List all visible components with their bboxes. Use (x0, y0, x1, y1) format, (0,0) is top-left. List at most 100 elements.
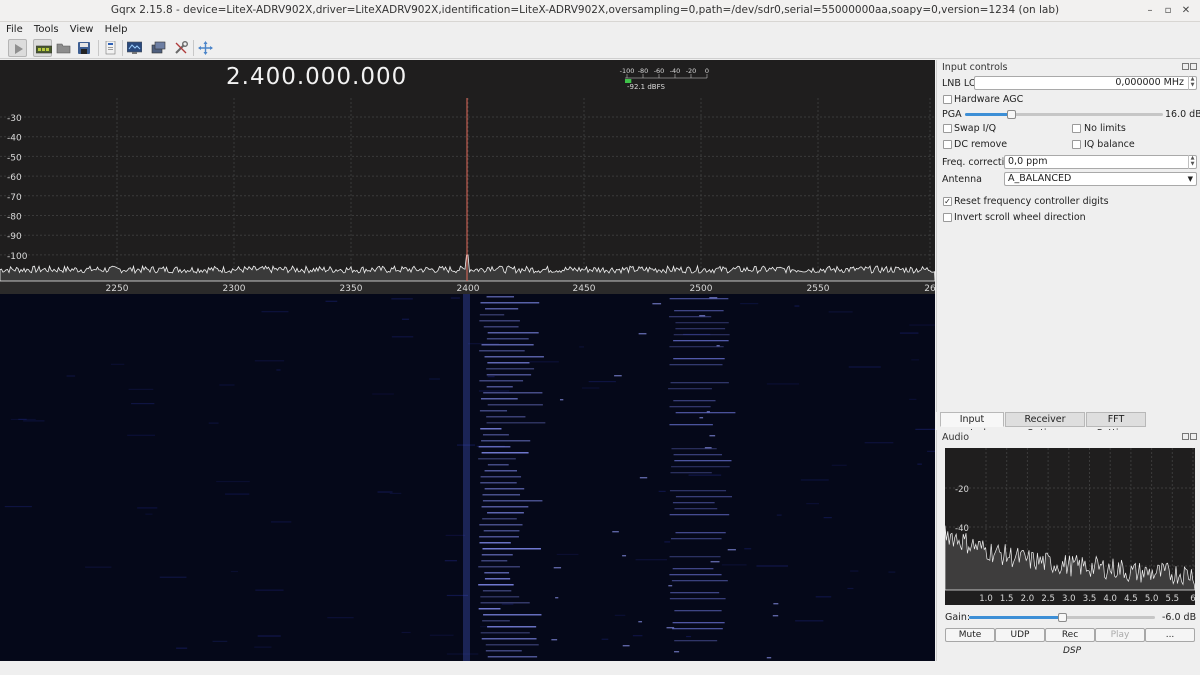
close-icon[interactable] (1190, 433, 1197, 440)
signal-burst (480, 476, 522, 478)
signal-burst (480, 632, 530, 634)
close-button[interactable]: ✕ (1177, 3, 1195, 19)
gain-slider-fill (969, 616, 1062, 619)
waterfall-noise (847, 587, 854, 590)
meter-tick-label: -100 (620, 67, 635, 75)
waterfall-noise (110, 363, 125, 365)
dock-window-buttons[interactable] (1181, 63, 1197, 71)
signal-burst (478, 458, 516, 460)
signal-burst (481, 638, 537, 640)
menu-view[interactable]: View (70, 22, 94, 37)
dock-window-buttons[interactable] (1181, 433, 1197, 441)
waterfall-noise (137, 507, 158, 509)
waterfall-noise (18, 418, 27, 420)
tab-receiver-options[interactable]: Receiver Options (1005, 412, 1085, 439)
waterfall-noise (391, 298, 413, 300)
signal-burst (484, 470, 518, 472)
freq-tick-label: 26 (924, 284, 935, 294)
rec-button[interactable]: Rec (1045, 628, 1095, 642)
waterfall-display[interactable] (0, 294, 935, 661)
close-icon[interactable] (1190, 63, 1197, 70)
signal-burst (674, 610, 722, 612)
play-button[interactable]: Play (1095, 628, 1145, 642)
menu-tools[interactable]: Tools (34, 22, 59, 37)
udp-button[interactable]: UDP (995, 628, 1045, 642)
signal-burst (485, 644, 539, 646)
signal-burst (480, 602, 530, 604)
freq-tick-label: 2550 (807, 284, 830, 294)
menu-help[interactable]: Help (105, 22, 128, 37)
center-button[interactable] (196, 39, 215, 57)
waterfall-noise (131, 403, 155, 405)
waterfall-noise (828, 311, 853, 313)
save-button[interactable] (75, 39, 94, 57)
waterfall-noise (372, 393, 394, 395)
signal-burst (668, 585, 673, 587)
invert-scroll-checkbox[interactable] (943, 213, 952, 222)
audio-freq-tick-label: 4.0 (1103, 594, 1117, 604)
audio-title: Audio (942, 432, 970, 443)
freq-correction-spinner[interactable]: ▲ ▼ (1188, 155, 1196, 169)
dock-title: Input controls (942, 62, 1008, 73)
toolbar-separator (193, 40, 194, 56)
db-tick-label: -50 (7, 153, 22, 163)
iq-balance-checkbox[interactable] (1072, 140, 1081, 149)
device-button[interactable] (149, 39, 168, 57)
screenshot-button[interactable] (125, 39, 144, 57)
more-button[interactable]: ... (1145, 628, 1195, 642)
waterfall-noise (529, 361, 559, 363)
antenna-select[interactable]: A_BALANCED ▼ (1004, 172, 1197, 186)
minimize-button[interactable]: – (1141, 3, 1159, 19)
signal-burst (670, 382, 729, 384)
audio-fft-plot[interactable]: -20-40-601.01.52.02.53.03.54.04.55.05.56 (945, 448, 1195, 605)
signal-burst (487, 362, 530, 364)
dc-remove-checkbox[interactable] (943, 140, 952, 149)
signal-burst (669, 514, 730, 516)
menu-file[interactable]: File (6, 22, 23, 37)
lnb-lo-label: LNB LO (942, 78, 977, 89)
spectrum-plot[interactable]: -30 -40 -50 -60 -70 -80 -90 -100 2250 2300 2350 240… (0, 60, 935, 294)
signal-burst (674, 651, 680, 653)
gain-slider-handle[interactable] (1058, 613, 1067, 622)
signal-burst (487, 332, 539, 334)
signal-burst (484, 578, 511, 580)
signal-burst (673, 454, 723, 456)
reset-digits-checkbox[interactable]: ✓ (943, 197, 952, 206)
signal-burst (480, 596, 520, 598)
pga-slider-handle[interactable] (1006, 110, 1016, 119)
tab-fft-settings[interactable]: FFT Settings (1086, 412, 1146, 439)
maximize-button[interactable]: ▫ (1159, 3, 1177, 19)
remote-control-button[interactable] (102, 39, 121, 57)
lnb-lo-spinner[interactable]: ▲ ▼ (1188, 76, 1196, 90)
signal-burst (673, 340, 729, 342)
signal-burst (479, 380, 524, 382)
float-icon[interactable] (1182, 433, 1189, 440)
waterfall-noise (127, 434, 156, 436)
hardware-button[interactable] (33, 39, 52, 57)
freq-tick-label: 2450 (573, 284, 596, 294)
lnb-lo-field[interactable]: 0,000000 MHz (974, 76, 1197, 90)
reset-digits-label: Reset frequency controller digits (954, 196, 1109, 207)
tab-input-controls[interactable]: Input controls (940, 412, 1004, 439)
start-button[interactable] (8, 39, 27, 57)
hardware-agc-checkbox[interactable] (943, 95, 952, 104)
signal-burst (672, 628, 723, 630)
signal-burst (612, 531, 619, 533)
fft-plotter[interactable]: -30 -40 -50 -60 -70 -80 -90 -100 2250 2300 2350 240… (0, 60, 935, 661)
frequency-readout[interactable]: 2.400.000.000 (226, 64, 407, 90)
signal-burst (639, 477, 648, 479)
signal-burst (709, 297, 718, 299)
open-button[interactable] (54, 39, 73, 57)
swap-iq-checkbox[interactable] (943, 124, 952, 133)
settings-button[interactable] (172, 39, 191, 57)
mute-button[interactable]: Mute (945, 628, 995, 642)
start-icon (15, 44, 23, 54)
antenna-label: Antenna (942, 174, 982, 185)
float-icon[interactable] (1182, 63, 1189, 70)
waterfall-noise (389, 492, 402, 495)
audio-freq-tick-label: 3.5 (1083, 594, 1097, 604)
signal-burst (672, 568, 714, 570)
freq-correction-field[interactable]: 0,0 ppm (1004, 155, 1197, 169)
signal-burst (675, 496, 733, 498)
no-limits-checkbox[interactable] (1072, 124, 1081, 133)
